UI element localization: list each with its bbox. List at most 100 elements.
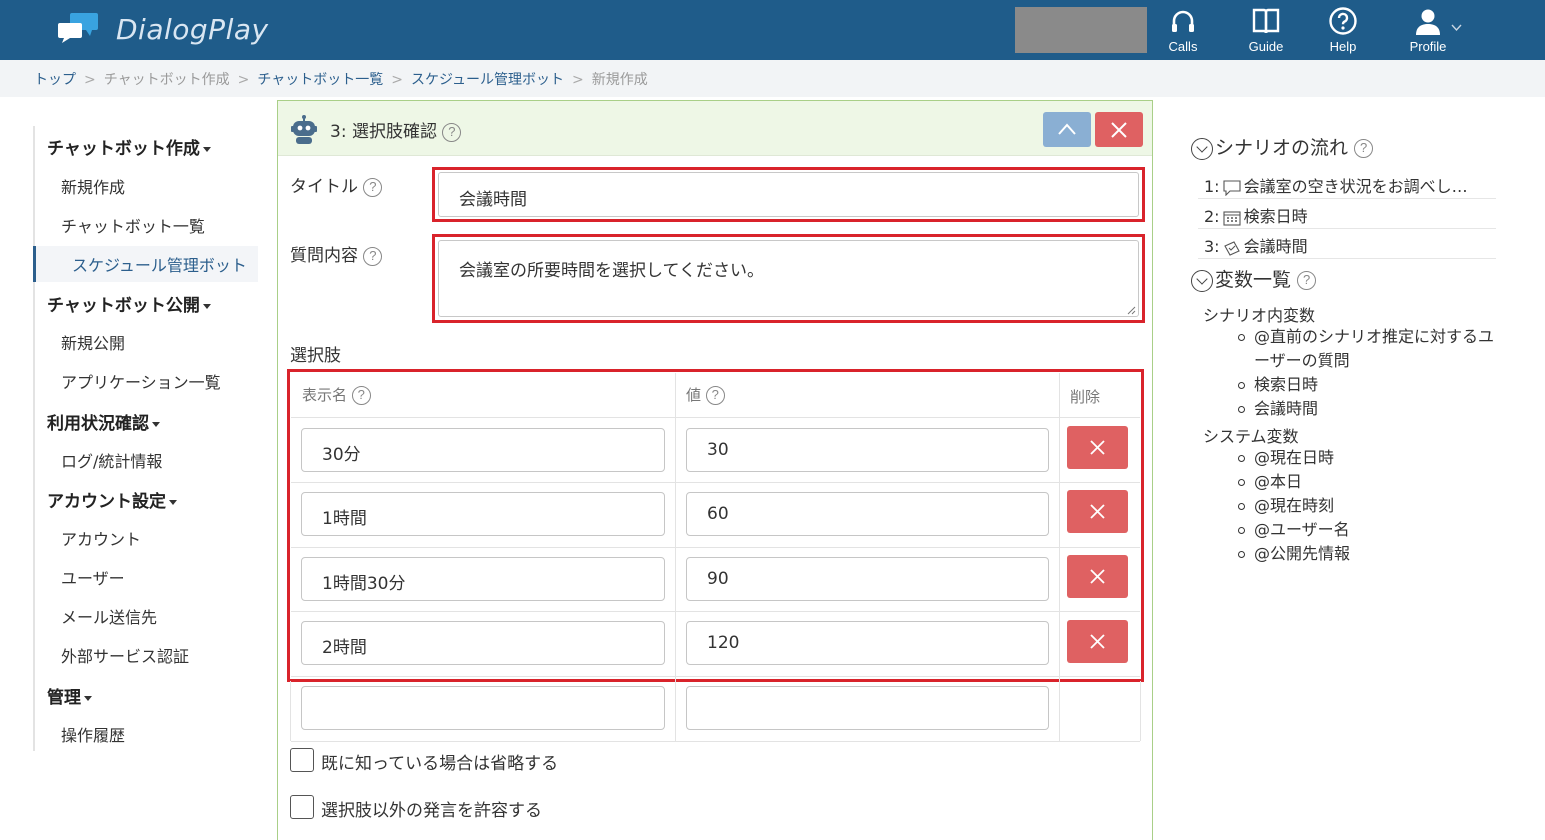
choice-display-input[interactable]: 30分: [301, 428, 665, 472]
question-label-text: 質問内容: [290, 246, 358, 266]
chevron-down-circle-icon[interactable]: [1191, 269, 1213, 292]
caret-down-icon: [84, 695, 92, 701]
variable-name: @現在日時: [1254, 448, 1335, 467]
sidebar-item-label: スケジュール管理ボット: [72, 256, 247, 275]
choice-value-input[interactable]: 60: [686, 492, 1049, 536]
nav-calls[interactable]: Calls: [1151, 6, 1215, 56]
resize-handle-icon[interactable]: [1127, 306, 1136, 315]
sidebar-item-users[interactable]: ユーザー: [61, 565, 125, 589]
speech-bubble-icon: [1223, 179, 1241, 196]
sidebar-item-external-auth[interactable]: 外部サービス認証: [61, 643, 189, 667]
skip-if-known-checkbox[interactable]: [290, 748, 314, 772]
chevron-down-circle-icon[interactable]: [1191, 137, 1213, 160]
skip-if-known-label[interactable]: 既に知っている場合は省略する: [321, 749, 558, 774]
sidebar-item-app-list[interactable]: アプリケーション一覧: [61, 369, 221, 393]
column-header-text: 表示名: [302, 386, 348, 404]
sidebar-item-new[interactable]: 新規作成: [61, 174, 125, 198]
sidebar-item-mail[interactable]: メール送信先: [61, 604, 157, 628]
variable-item: @直前のシナリオ推定に対するユーザーの質問: [1238, 325, 1498, 373]
title-input[interactable]: 会議時間: [438, 172, 1139, 217]
choice-value-input[interactable]: 90: [686, 557, 1049, 601]
breadcrumb-current: 新規作成: [591, 72, 648, 88]
choice-display-input[interactable]: 1時間: [301, 492, 665, 536]
variable-name: @直前のシナリオ推定に対するユーザーの質問: [1254, 327, 1495, 370]
sidebar-section-account[interactable]: アカウント設定: [47, 487, 177, 512]
sidebar-section-publish[interactable]: チャットボット公開: [47, 291, 211, 316]
user-info-placeholder: [1015, 7, 1147, 53]
variable-item: @本日: [1238, 470, 1498, 494]
variables-title: 変数一覧: [1215, 269, 1292, 291]
column-header-display: 表示名 ?: [302, 384, 371, 405]
delete-choice-button[interactable]: [1067, 555, 1128, 598]
sidebar-item-schedule-bot[interactable]: スケジュール管理ボット: [33, 246, 258, 282]
sidebar-item-history[interactable]: 操作履歴: [61, 722, 125, 746]
delete-choice-button[interactable]: [1067, 426, 1128, 469]
variables-header[interactable]: 変数一覧 ?: [1191, 265, 1317, 292]
allow-other-utterance-label[interactable]: 選択肢以外の発言を許容する: [321, 796, 542, 821]
allow-other-utterance-checkbox[interactable]: [290, 795, 314, 819]
variable-name: @ユーザー名: [1254, 520, 1350, 539]
delete-choice-button[interactable]: [1067, 620, 1128, 663]
nav-guide[interactable]: Guide: [1234, 6, 1298, 56]
scenario-flow-title: シナリオの流れ: [1215, 137, 1349, 159]
variable-name: @公開先情報: [1254, 544, 1351, 563]
sidebar-item-chatbot-list[interactable]: チャットボット一覧: [61, 213, 205, 237]
question-textarea[interactable]: 会議室の所要時間を選択してください。: [438, 240, 1139, 317]
flow-step[interactable]: 3: 会議時間: [1198, 229, 1496, 259]
choice-confirm-panel: 3: 選択肢確認 ? タイトル ? 会議時間 質問内容 ? 会議室の所要時間を選…: [277, 100, 1153, 840]
system-vars-label: システム変数: [1203, 427, 1299, 446]
help-icon[interactable]: ?: [442, 122, 462, 142]
help-icon[interactable]: ?: [705, 386, 725, 405]
new-choice-display-input[interactable]: [301, 686, 665, 730]
help-icon[interactable]: ?: [1354, 139, 1374, 158]
sidebar-section-create[interactable]: チャットボット作成: [47, 134, 211, 159]
help-icon[interactable]: ?: [363, 246, 383, 266]
variable-item: @公開先情報: [1238, 542, 1498, 566]
flow-step[interactable]: 2: 検索日時: [1198, 199, 1496, 229]
choice-value-input[interactable]: 30: [686, 428, 1049, 472]
breadcrumb-chatbot-create: チャットボット作成: [103, 72, 230, 88]
variable-item: @現在日時: [1238, 446, 1498, 470]
breadcrumb-link-top[interactable]: トップ: [34, 72, 76, 88]
flow-step[interactable]: 1: 会議室の空き状況をお調べし…: [1198, 169, 1496, 199]
flow-step-number: 3:: [1204, 237, 1220, 256]
nav-help-label: Help: [1329, 39, 1357, 54]
sidebar-item-account[interactable]: アカウント: [61, 526, 141, 550]
new-choice-value-input[interactable]: [686, 686, 1049, 730]
help-icon[interactable]: ?: [351, 386, 371, 405]
caret-down-icon: [169, 499, 177, 505]
help-circle-icon: [1329, 7, 1357, 35]
nav-guide-label: Guide: [1248, 39, 1284, 54]
sidebar-section-usage[interactable]: 利用状況確認: [47, 409, 160, 434]
column-header-text: 値: [686, 386, 702, 404]
variable-name: 会議時間: [1254, 399, 1319, 418]
flow-step-number: 2:: [1204, 207, 1220, 226]
close-icon: [1090, 504, 1105, 519]
move-up-button[interactable]: [1043, 112, 1091, 147]
nav-calls-label: Calls: [1168, 39, 1198, 54]
help-icon[interactable]: ?: [363, 177, 383, 197]
flow-step-label: 会議室の空き状況をお調べし…: [1243, 177, 1468, 196]
breadcrumb-link-chatbot-list[interactable]: チャットボット一覧: [257, 72, 383, 88]
sidebar-item-logs[interactable]: ログ/統計情報: [61, 448, 162, 472]
close-icon: [1090, 634, 1105, 649]
sidebar-section-label: 管理: [47, 688, 81, 708]
choice-display-input[interactable]: 1時間30分: [301, 557, 665, 601]
choice-value-input[interactable]: 120: [686, 621, 1049, 665]
variable-name: @本日: [1254, 472, 1303, 491]
app-name[interactable]: DialogPlay: [116, 13, 269, 46]
caret-down-icon: [202, 303, 211, 309]
chevron-down-icon[interactable]: [1451, 24, 1462, 32]
scenario-flow-header[interactable]: シナリオの流れ ?: [1191, 133, 1374, 160]
choice-display-input[interactable]: 2時間: [301, 621, 665, 665]
book-icon: [1252, 8, 1280, 34]
sidebar-section-admin[interactable]: 管理: [47, 683, 92, 708]
nav-help[interactable]: Help: [1311, 6, 1375, 56]
breadcrumb-link-schedule-bot[interactable]: スケジュール管理ボット: [411, 72, 564, 88]
delete-choice-button[interactable]: [1067, 490, 1128, 533]
remove-node-button[interactable]: [1095, 112, 1143, 147]
panel-header: 3: 選択肢確認 ?: [278, 101, 1152, 156]
panel-title: 3: 選択肢確認 ?: [330, 117, 462, 142]
sidebar-item-new-publish[interactable]: 新規公開: [61, 330, 125, 354]
help-icon[interactable]: ?: [1297, 271, 1317, 290]
